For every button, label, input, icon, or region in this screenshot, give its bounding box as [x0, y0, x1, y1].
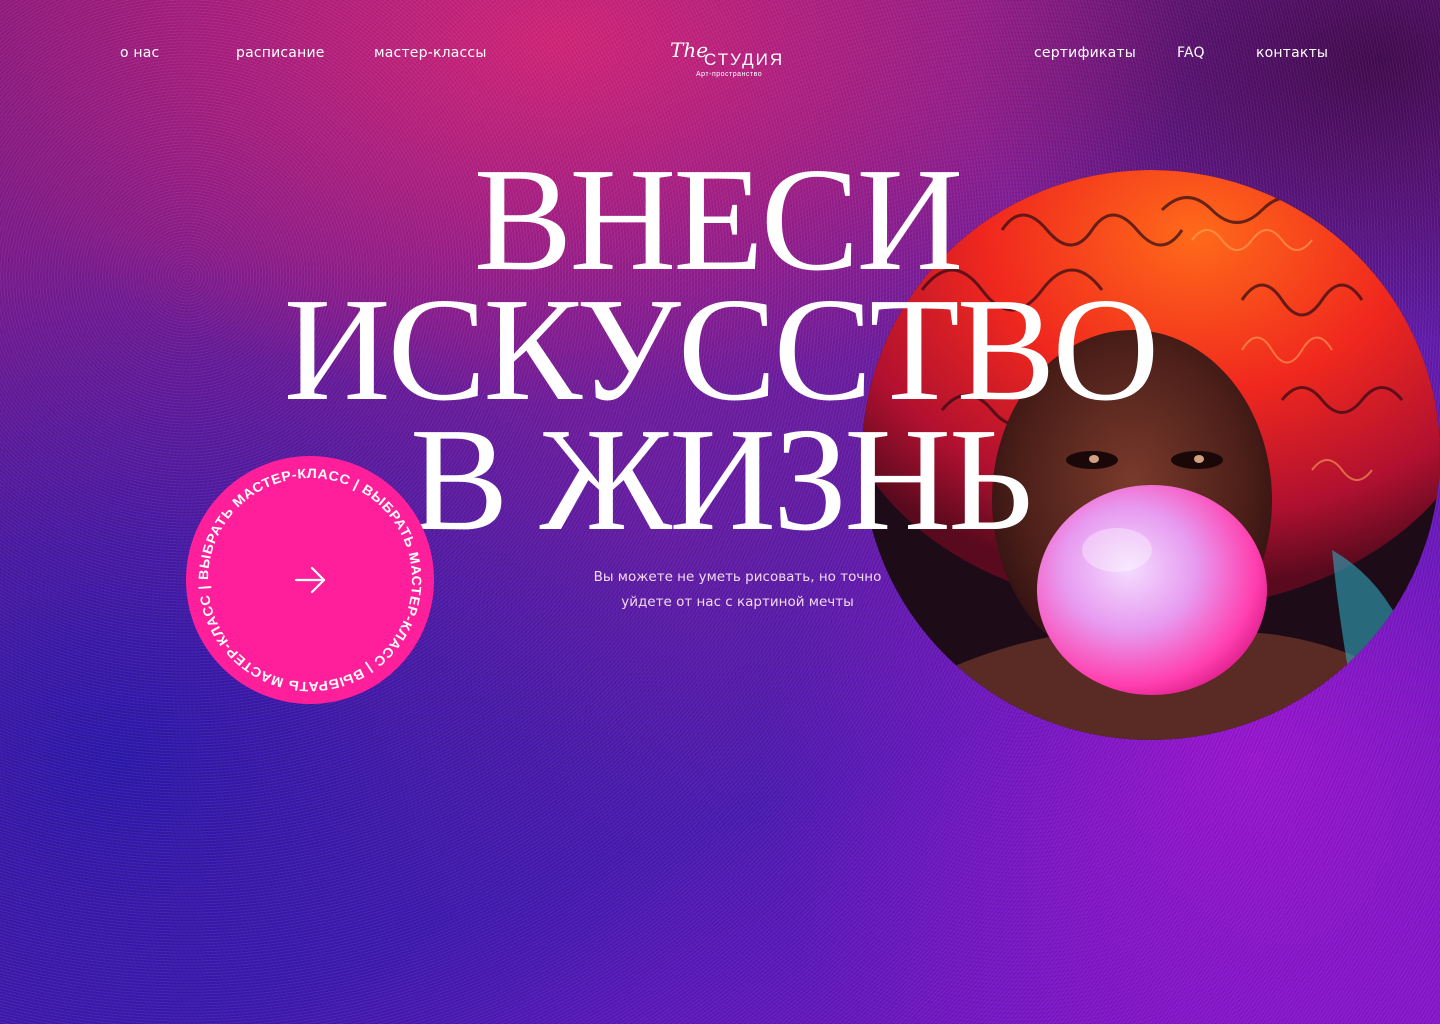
arrow-right-icon — [294, 566, 326, 594]
hero-subtitle-line-2: уйдете от нас с картиной мечты — [621, 594, 854, 610]
logo-name: СТУДИЯ — [704, 50, 785, 69]
nav-link-faq[interactable]: FAQ — [1177, 45, 1205, 61]
nav-link-masterclasses[interactable]: мастер-классы — [374, 45, 487, 61]
choose-masterclass-button[interactable]: ВЫБРАТЬ МАСТЕР-КЛАСС | ВЫБРАТЬ МАСТЕР-КЛ… — [186, 456, 434, 704]
logo-tagline: Арт-пространство — [696, 71, 763, 78]
logo-prefix: The — [670, 38, 709, 62]
nav-link-certificates[interactable]: сертификаты — [1034, 45, 1136, 61]
nav-link-schedule[interactable]: расписание — [236, 45, 325, 61]
studio-logo[interactable]: The СТУДИЯ Арт-пространство — [666, 38, 811, 86]
hero-subtitle-line-1: Вы можете не уметь рисовать, но точно — [593, 569, 882, 585]
hero-subtitle: Вы можете не уметь рисовать, но точно уй… — [570, 565, 905, 615]
nav-link-about[interactable]: о нас — [120, 45, 159, 61]
nav-link-contacts[interactable]: контакты — [1256, 45, 1328, 61]
